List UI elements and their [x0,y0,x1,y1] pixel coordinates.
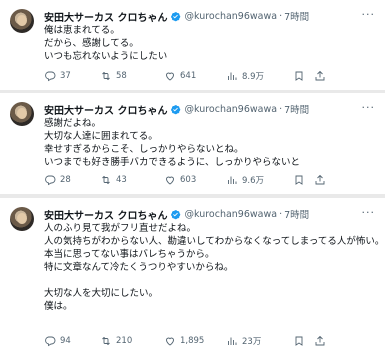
like-count: 603 [180,175,197,185]
reply-button[interactable]: 28 [44,174,100,186]
tweet-header: 安田大サーカス クロちゃん @kurochan96wawa · 7時間 [44,9,309,24]
retweet-count: 210 [116,336,133,346]
like-button[interactable]: 603 [164,174,226,186]
views-button[interactable]: 23万 [226,335,288,347]
verified-badge-icon [171,11,181,21]
reply-icon [45,175,56,186]
retweet-icon [102,336,110,346]
more-options-icon[interactable]: ··· [362,8,376,21]
handle[interactable]: @kurochan96wawa [184,104,277,115]
tweet-actions: 37 58 641 8.9万 [44,69,375,83]
views-count: 8.9万 [242,72,265,82]
tweet[interactable]: 安田大サーカス クロちゃん @kurochan96wawa · 7時間 ··· … [0,0,385,90]
like-button[interactable]: 1,895 [164,335,226,347]
retweet-button[interactable]: 210 [100,335,164,347]
views-icon [228,72,237,80]
handle[interactable]: @kurochan96wawa [184,209,277,220]
reply-icon [45,71,56,82]
bookmark-icon [295,71,303,81]
reply-button[interactable]: 37 [44,70,100,82]
tweet-actions: 94 210 1,895 23万 [44,334,375,348]
share-button[interactable] [310,174,326,186]
views-icon [228,337,237,345]
timestamp[interactable]: 7時間 [284,102,309,116]
bookmark-button[interactable] [288,174,310,186]
tweet[interactable]: 安田大サーカス クロちゃん @kurochan96wawa · 7時間 ··· … [0,198,385,355]
reply-count: 94 [60,336,71,346]
tweet[interactable]: 安田大サーカス クロちゃん @kurochan96wawa · 7時間 ··· … [0,93,385,194]
tweet-actions: 28 43 603 9.6万 [44,173,375,187]
tweet-text: 人のふり見て我がフリ直せだよね。 人の気持ちがわからない人、勘違いしてわからなく… [44,223,385,312]
views-count: 9.6万 [242,176,265,186]
display-name[interactable]: 安田大サーカス クロちゃん [44,9,167,24]
reply-button[interactable]: 94 [44,335,100,347]
reply-count: 28 [60,175,71,185]
timestamp[interactable]: 7時間 [284,207,309,221]
reply-icon [45,336,56,347]
views-count: 23万 [242,337,262,347]
reply-count: 37 [60,71,71,81]
views-icon [228,176,237,184]
retweet-count: 58 [116,71,127,81]
timeline: 安田大サーカス クロちゃん @kurochan96wawa · 7時間 ··· … [0,0,385,355]
avatar[interactable] [10,9,34,33]
views-button[interactable]: 9.6万 [226,174,288,186]
bookmark-icon [295,175,303,185]
retweet-icon [102,71,110,81]
like-count: 641 [180,71,197,81]
timestamp[interactable]: 7時間 [284,9,309,23]
separator-dot: · [279,103,283,115]
retweet-button[interactable]: 43 [100,174,164,186]
verified-badge-icon [171,209,181,219]
share-button[interactable] [310,70,326,82]
display-name[interactable]: 安田大サーカス クロちゃん [44,102,167,117]
like-icon [166,72,174,81]
share-icon [315,174,325,185]
verified-badge-icon [171,104,181,114]
bookmark-button[interactable] [288,70,310,82]
share-icon [315,335,325,346]
avatar[interactable] [10,102,34,126]
tweet-header: 安田大サーカス クロちゃん @kurochan96wawa · 7時間 [44,102,309,117]
retweet-button[interactable]: 58 [100,70,164,82]
bookmark-button[interactable] [288,335,310,347]
tweet-header: 安田大サーカス クロちゃん @kurochan96wawa · 7時間 [44,207,309,222]
tweet-text: 俺は恵まれてる。 だから、感謝してる。 いつも忘れないようにしたい [44,25,168,62]
share-button[interactable] [310,335,326,347]
retweet-count: 43 [116,175,127,185]
tweet-text: 感謝だよね。 大切な人達に囲まれてる。 幸せすぎるからこそ、しっかりやらないとね… [44,118,301,168]
like-button[interactable]: 641 [164,70,226,82]
like-icon [166,176,174,185]
more-options-icon[interactable]: ··· [362,206,376,219]
like-icon [166,337,174,346]
bookmark-icon [295,336,303,346]
handle[interactable]: @kurochan96wawa [184,11,277,22]
share-icon [315,70,325,81]
retweet-icon [102,175,110,185]
display-name[interactable]: 安田大サーカス クロちゃん [44,207,167,222]
separator-dot: · [279,208,283,220]
separator-dot: · [279,10,283,22]
views-button[interactable]: 8.9万 [226,70,288,82]
like-count: 1,895 [180,336,205,346]
avatar[interactable] [10,207,34,231]
more-options-icon[interactable]: ··· [362,101,376,114]
